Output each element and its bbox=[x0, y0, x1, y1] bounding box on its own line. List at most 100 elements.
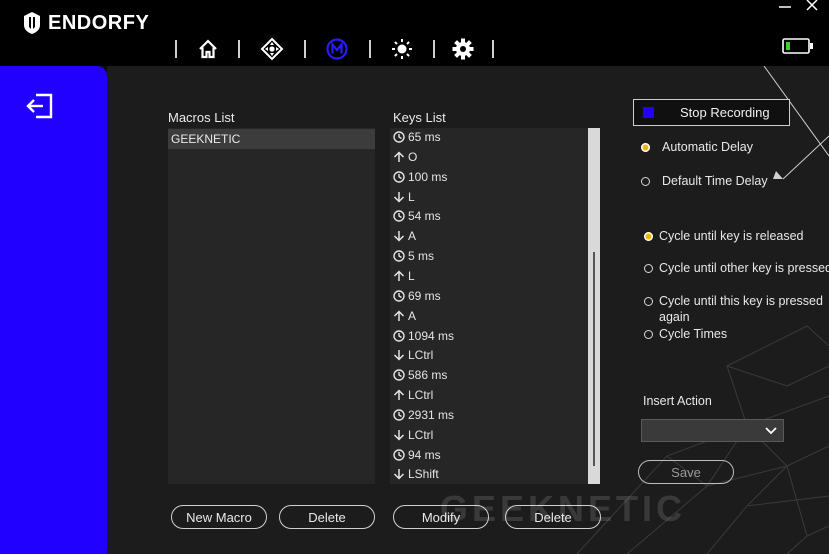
clock-icon bbox=[393, 329, 405, 342]
key-list-item[interactable]: L bbox=[393, 188, 415, 206]
cycle-released-label: Cycle until key is released bbox=[659, 229, 804, 243]
key-list-item-text: 586 ms bbox=[408, 368, 448, 383]
clock-icon bbox=[393, 448, 405, 461]
key-list-item-text: 54 ms bbox=[408, 209, 441, 224]
nav-separator bbox=[492, 40, 494, 58]
key-list-item-text: 100 ms bbox=[408, 169, 448, 184]
key-list-item[interactable]: LCtrl bbox=[393, 426, 433, 444]
clock-icon bbox=[393, 250, 405, 262]
key-down-icon bbox=[393, 191, 405, 203]
key-list-item-text: LCtrl bbox=[408, 348, 434, 363]
key-list-item-text: 69 ms bbox=[408, 288, 441, 303]
cycle-this-label-cont: again bbox=[659, 310, 690, 324]
stop-icon bbox=[643, 107, 654, 118]
sidebar bbox=[0, 66, 107, 554]
chevron-down-icon bbox=[765, 427, 777, 435]
automatic-delay-radio[interactable] bbox=[641, 143, 650, 152]
battery-indicator bbox=[782, 38, 814, 59]
key-list-item-text: 2931 ms bbox=[408, 407, 455, 422]
key-list-item[interactable]: L bbox=[393, 267, 415, 285]
keys-list: 65 ms O 100 ms L 54 ms A 5 ms L 69 ms A 1094 ms LCt… bbox=[390, 128, 600, 484]
nav-lighting[interactable] bbox=[389, 36, 415, 62]
key-list-item[interactable]: O bbox=[393, 148, 417, 166]
exit-icon bbox=[26, 93, 53, 119]
key-list-item-text: L bbox=[408, 189, 415, 204]
lighting-icon bbox=[392, 39, 412, 59]
key-list-item[interactable]: A bbox=[393, 227, 416, 245]
exit-button[interactable] bbox=[26, 93, 54, 124]
key-list-item-text: O bbox=[408, 149, 418, 164]
key-list-item-text: L bbox=[408, 268, 415, 283]
key-list-item[interactable]: A bbox=[393, 307, 416, 325]
key-list-item-text: LCtrl bbox=[408, 388, 434, 403]
key-list-item[interactable]: 69 ms bbox=[393, 287, 441, 305]
key-list-item-text: A bbox=[408, 229, 417, 244]
new-macro-button[interactable]: New Macro bbox=[171, 505, 267, 529]
key-list-item[interactable]: LCtrl bbox=[393, 386, 433, 404]
key-list-item[interactable]: 586 ms bbox=[393, 366, 447, 384]
stop-recording-label: Stop Recording bbox=[680, 105, 770, 120]
macros-list-label: Macros List bbox=[168, 110, 235, 125]
key-down-icon bbox=[393, 349, 405, 361]
settings-icon bbox=[452, 38, 474, 60]
cycle-this-radio[interactable] bbox=[644, 297, 653, 306]
nav-separator bbox=[238, 40, 240, 58]
key-list-item[interactable]: 65 ms bbox=[393, 128, 441, 146]
macro-icon bbox=[326, 38, 348, 60]
key-list-item[interactable]: LCtrl bbox=[393, 346, 433, 364]
nav-separator bbox=[433, 40, 435, 58]
key-list-item-text: 94 ms bbox=[408, 447, 441, 462]
clock-icon bbox=[393, 170, 405, 183]
clock-icon bbox=[393, 369, 405, 381]
nav-separator bbox=[304, 40, 306, 58]
key-list-item[interactable]: 5 ms bbox=[393, 247, 434, 265]
nav-separator bbox=[175, 40, 177, 58]
minimize-button[interactable] bbox=[773, 0, 797, 14]
save-button[interactable]: Save bbox=[638, 460, 734, 484]
clock-icon bbox=[393, 409, 405, 421]
close-button[interactable] bbox=[800, 0, 824, 12]
key-down-icon bbox=[393, 429, 405, 441]
key-up-icon bbox=[393, 270, 405, 282]
key-up-icon bbox=[393, 151, 405, 163]
key-up-icon bbox=[393, 310, 405, 322]
cycle-other-radio[interactable] bbox=[644, 264, 653, 273]
keys-scrollbar-thumb[interactable] bbox=[593, 252, 595, 466]
macro-item-geeknetic[interactable]: GEEKNETIC bbox=[168, 129, 375, 149]
key-list-item-text: 65 ms bbox=[408, 130, 441, 144]
key-list-item[interactable]: 100 ms bbox=[393, 168, 447, 186]
default-delay-radio[interactable] bbox=[641, 177, 650, 186]
clock-icon bbox=[393, 131, 405, 143]
nav-home[interactable] bbox=[195, 36, 221, 62]
watermark: GEEKNETIC bbox=[440, 488, 687, 529]
key-list-item[interactable]: 1094 ms bbox=[393, 327, 454, 345]
cycle-other-label: Cycle until other key is pressed bbox=[659, 261, 829, 275]
key-list-item[interactable]: 54 ms bbox=[393, 207, 441, 225]
insert-action-select[interactable] bbox=[641, 419, 784, 442]
cycle-times-radio[interactable] bbox=[644, 330, 653, 339]
close-icon bbox=[806, 0, 818, 11]
app-logo: ENDORFY bbox=[22, 11, 149, 35]
insert-action-label: Insert Action bbox=[643, 394, 712, 408]
delete-macro-button[interactable]: Delete bbox=[279, 505, 375, 529]
key-down-icon bbox=[393, 468, 405, 480]
nav-dpi[interactable] bbox=[259, 36, 285, 62]
nav-settings[interactable] bbox=[450, 36, 476, 62]
battery-icon bbox=[782, 38, 813, 54]
key-list-item[interactable]: 2931 ms bbox=[393, 406, 454, 424]
default-delay-label: Default Time Delay bbox=[662, 174, 768, 188]
key-down-icon bbox=[393, 230, 405, 242]
key-up-icon bbox=[393, 389, 405, 401]
app-name: ENDORFY bbox=[48, 11, 150, 34]
stop-recording-button[interactable]: Stop Recording bbox=[633, 99, 790, 126]
nav-separator bbox=[369, 40, 371, 58]
key-list-item-text: 5 ms bbox=[408, 249, 435, 264]
clock-icon bbox=[393, 210, 405, 223]
key-list-item[interactable]: LShift bbox=[393, 465, 439, 483]
clock-icon bbox=[393, 290, 405, 302]
key-list-item[interactable]: 94 ms bbox=[393, 446, 441, 464]
key-list-item-text: LCtrl bbox=[408, 427, 434, 442]
nav-macro[interactable] bbox=[324, 36, 350, 62]
home-icon bbox=[199, 39, 217, 59]
cycle-released-radio[interactable] bbox=[644, 232, 653, 241]
